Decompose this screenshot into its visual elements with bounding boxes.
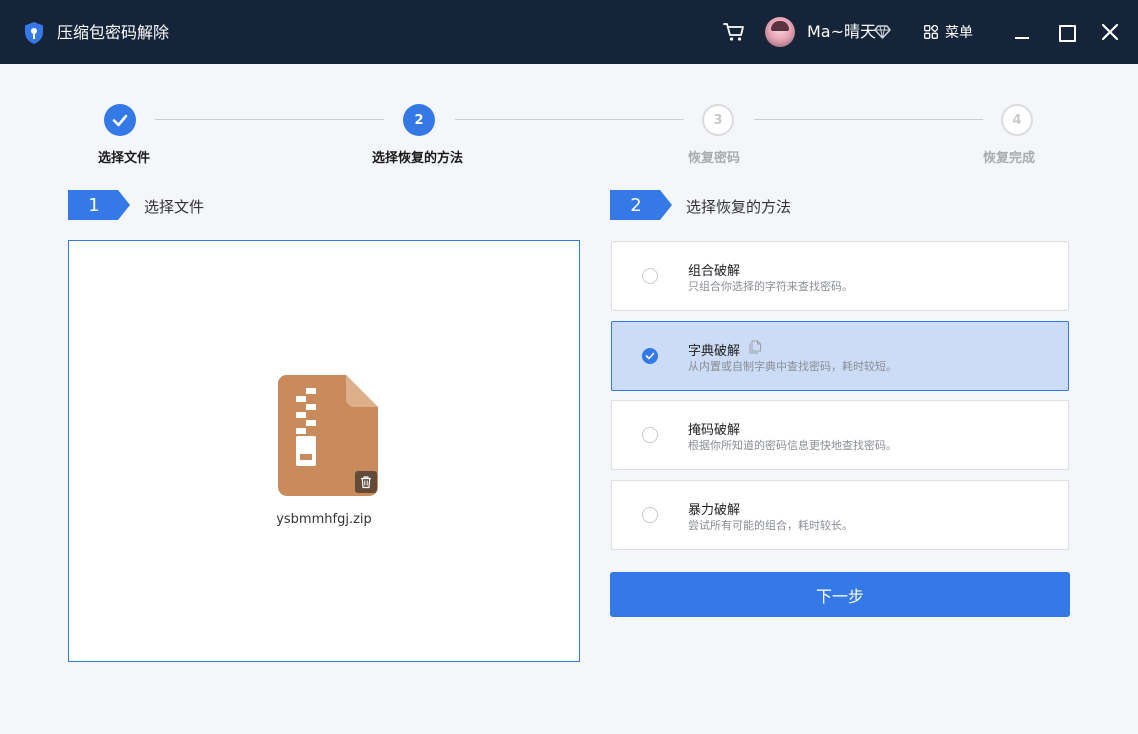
option-title: 暴力破解 <box>688 503 741 518</box>
cart-icon[interactable] <box>723 22 745 42</box>
step-3-circle: 3 <box>702 104 734 136</box>
next-step-button[interactable]: 下一步 <box>610 572 1070 617</box>
title-bar: 压缩包密码解除 Ma~晴天 菜单 <box>0 0 1138 64</box>
delete-file-button[interactable] <box>355 471 377 493</box>
trash-icon <box>361 476 371 489</box>
step-badge-2 <box>610 190 672 220</box>
step-1-circle <box>104 104 136 136</box>
app-title: 压缩包密码解除 <box>57 23 170 42</box>
step-badge-1 <box>68 190 130 220</box>
checkmark-icon <box>645 352 655 360</box>
username[interactable]: Ma~晴天 <box>807 22 876 42</box>
menu-label: 菜单 <box>945 25 973 41</box>
option-description: 根据你所知道的密码信息更快地查找密码。 <box>688 439 897 452</box>
section-title: 选择恢复的方法 <box>686 198 792 216</box>
section-header-select-method: 2 选择恢复的方法 <box>610 190 860 220</box>
step-connector <box>455 119 684 120</box>
radio-button[interactable] <box>642 348 658 364</box>
radio-button[interactable] <box>642 427 658 443</box>
step-4-circle: 4 <box>1001 104 1033 136</box>
option-title: 字典破解 <box>688 344 741 359</box>
radio-button[interactable] <box>642 507 658 523</box>
option-combination-crack[interactable]: 组合破解 只组合你选择的字符来查找密码。 <box>611 241 1069 311</box>
step-2-label: 选择恢复的方法 <box>372 151 464 166</box>
section-header-select-file: 1 选择文件 <box>68 190 268 220</box>
option-description: 只组合你选择的字符来查找密码。 <box>688 280 853 293</box>
minimize-icon[interactable] <box>1012 20 1032 44</box>
step-connector <box>155 119 384 120</box>
shield-key-icon <box>25 22 43 44</box>
section-title: 选择文件 <box>144 198 205 216</box>
option-title: 组合破解 <box>688 264 741 279</box>
avatar[interactable] <box>765 17 795 47</box>
option-mask-crack[interactable]: 掩码破解 根据你所知道的密码信息更快地查找密码。 <box>611 400 1069 470</box>
step-3-label: 恢复密码 <box>688 151 741 166</box>
close-icon[interactable] <box>1100 20 1120 44</box>
step-2-circle: 2 <box>403 104 435 136</box>
grid-menu-icon <box>924 25 938 39</box>
step-4-label: 恢复完成 <box>983 151 1036 166</box>
checkmark-icon <box>112 114 128 127</box>
step-connector <box>754 119 983 120</box>
vip-diamond-icon <box>874 25 891 39</box>
option-description: 从内置或自制字典中查找密码，耗时较短。 <box>688 360 897 373</box>
file-drop-area[interactable]: ysbmmhfgj.zip <box>68 240 580 662</box>
option-title: 掩码破解 <box>688 423 741 438</box>
radio-button[interactable] <box>642 268 658 284</box>
option-dictionary-crack[interactable]: 字典破解 从内置或自制字典中查找密码，耗时较短。 <box>611 321 1069 391</box>
document-icon[interactable] <box>749 340 762 354</box>
file-name: ysbmmhfgj.zip <box>276 512 372 527</box>
option-brute-force-crack[interactable]: 暴力破解 尝试所有可能的组合，耗时较长。 <box>611 480 1069 550</box>
maximize-icon[interactable] <box>1056 20 1076 44</box>
progress-stepper: 选择文件 2 选择恢复的方法 3 恢复密码 4 恢复完成 <box>0 100 1138 170</box>
option-description: 尝试所有可能的组合，耗时较长。 <box>688 519 853 532</box>
menu-button[interactable]: 菜单 <box>924 22 973 42</box>
step-1-label: 选择文件 <box>98 151 151 166</box>
